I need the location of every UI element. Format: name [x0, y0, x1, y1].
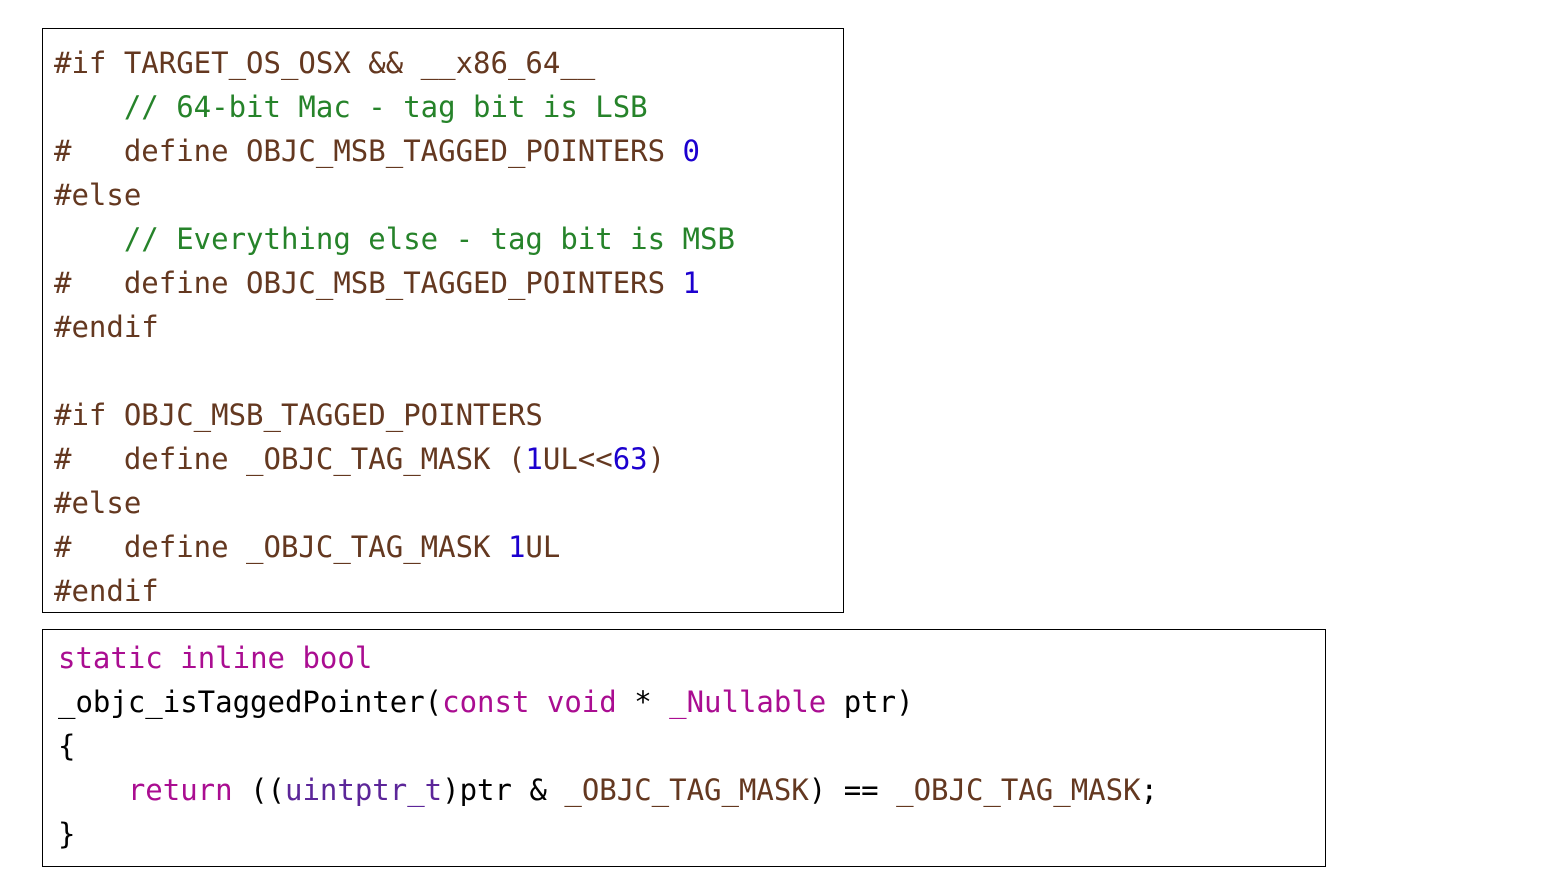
code-token-comment: // 64-bit Mac - tag bit is LSB — [54, 90, 648, 124]
code-token-preproc: UL<< — [542, 442, 613, 476]
code-line: // 64-bit Mac - tag bit is LSB — [54, 85, 843, 129]
code-token-preproc: #endif — [54, 574, 159, 608]
code-line: #if OBJC_MSB_TAGGED_POINTERS — [54, 393, 843, 437]
code-token-preproc: # define OBJC_MSB_TAGGED_POINTERS — [54, 134, 683, 168]
code-token-number: 1 — [525, 442, 543, 476]
code-line: { — [58, 724, 1325, 768]
code-line: #endif — [54, 305, 843, 349]
code-line: # define OBJC_MSB_TAGGED_POINTERS 1 — [54, 261, 843, 305]
code-line: #if TARGET_OS_OSX && __x86_64__ — [54, 41, 843, 85]
code-token-keyword: _Nullable — [669, 685, 827, 719]
code-token-preproc: # define _OBJC_TAG_MASK ( — [54, 442, 526, 476]
code-token-plain: * — [616, 685, 670, 719]
code-line: #else — [54, 173, 843, 217]
code-token-number: 1 — [682, 266, 701, 300]
code-token-number: 0 — [682, 134, 701, 168]
code-token-preproc: #else — [54, 178, 142, 212]
code-line: return ((uintptr_t)ptr & _OBJC_TAG_MASK)… — [58, 768, 1325, 812]
code-token-keyword: bool — [302, 641, 373, 675]
code-token-preproc: #if TARGET_OS_OSX && __x86_64__ — [54, 46, 596, 80]
code-line: # define _OBJC_TAG_MASK (1UL<<63) — [54, 437, 843, 481]
code-token-comment: // Everything else - tag bit is MSB — [54, 222, 735, 256]
code-line: # define OBJC_MSB_TAGGED_POINTERS 0 — [54, 129, 843, 173]
code-token-keyword: void — [546, 685, 617, 719]
code-token-macro: _OBJC_TAG_MASK — [896, 773, 1141, 807]
code-token-macro: _OBJC_TAG_MASK — [564, 773, 809, 807]
code-line: } — [58, 812, 1325, 856]
code-token-preproc: #if OBJC_MSB_TAGGED_POINTERS — [54, 398, 543, 432]
code-block-is-tagged-pointer-function: static inline bool _objc_isTaggedPointer(… — [42, 629, 1326, 867]
code-token-keyword: return — [127, 773, 233, 807]
code-token-plain: (( — [232, 773, 285, 807]
code-token-preproc: ) — [647, 442, 666, 476]
code-line: #endif — [54, 569, 843, 613]
code-block-tagged-pointer-macros: #if TARGET_OS_OSX && __x86_64__ // 64-bi… — [42, 28, 844, 613]
code-token-plain: _objc_isTaggedPointer( — [58, 685, 443, 719]
code-line: # define _OBJC_TAG_MASK 1UL — [54, 525, 843, 569]
code-token-plain: ; — [1140, 773, 1159, 807]
code-token-plain: } — [58, 817, 76, 851]
code-token-plain: { — [58, 729, 76, 763]
code-token-plain: ) == — [808, 773, 897, 807]
code-token-keyword: const — [442, 685, 530, 719]
code-line: // Everything else - tag bit is MSB — [54, 217, 843, 261]
code-line: #else — [54, 481, 843, 525]
code-token-preproc: UL — [525, 530, 561, 564]
code-token-number: 1 — [507, 530, 526, 564]
code-token-plain: ptr) — [826, 685, 914, 719]
code-token-plain: )ptr & — [442, 773, 565, 807]
code-token-preproc: #else — [54, 486, 142, 520]
code-token-keyword: static — [58, 641, 163, 675]
code-token-preproc: # define OBJC_MSB_TAGGED_POINTERS — [54, 266, 683, 300]
code-line: _objc_isTaggedPointer(const void * _Null… — [58, 680, 1325, 724]
code-token-preproc: # define _OBJC_TAG_MASK — [54, 530, 508, 564]
code-line: static inline bool — [58, 636, 1325, 680]
code-token-keyword: inline — [180, 641, 285, 675]
code-token-number: 63 — [612, 442, 648, 476]
code-token-preproc: #endif — [54, 310, 159, 344]
code-token-type: uintptr_t — [285, 773, 443, 807]
